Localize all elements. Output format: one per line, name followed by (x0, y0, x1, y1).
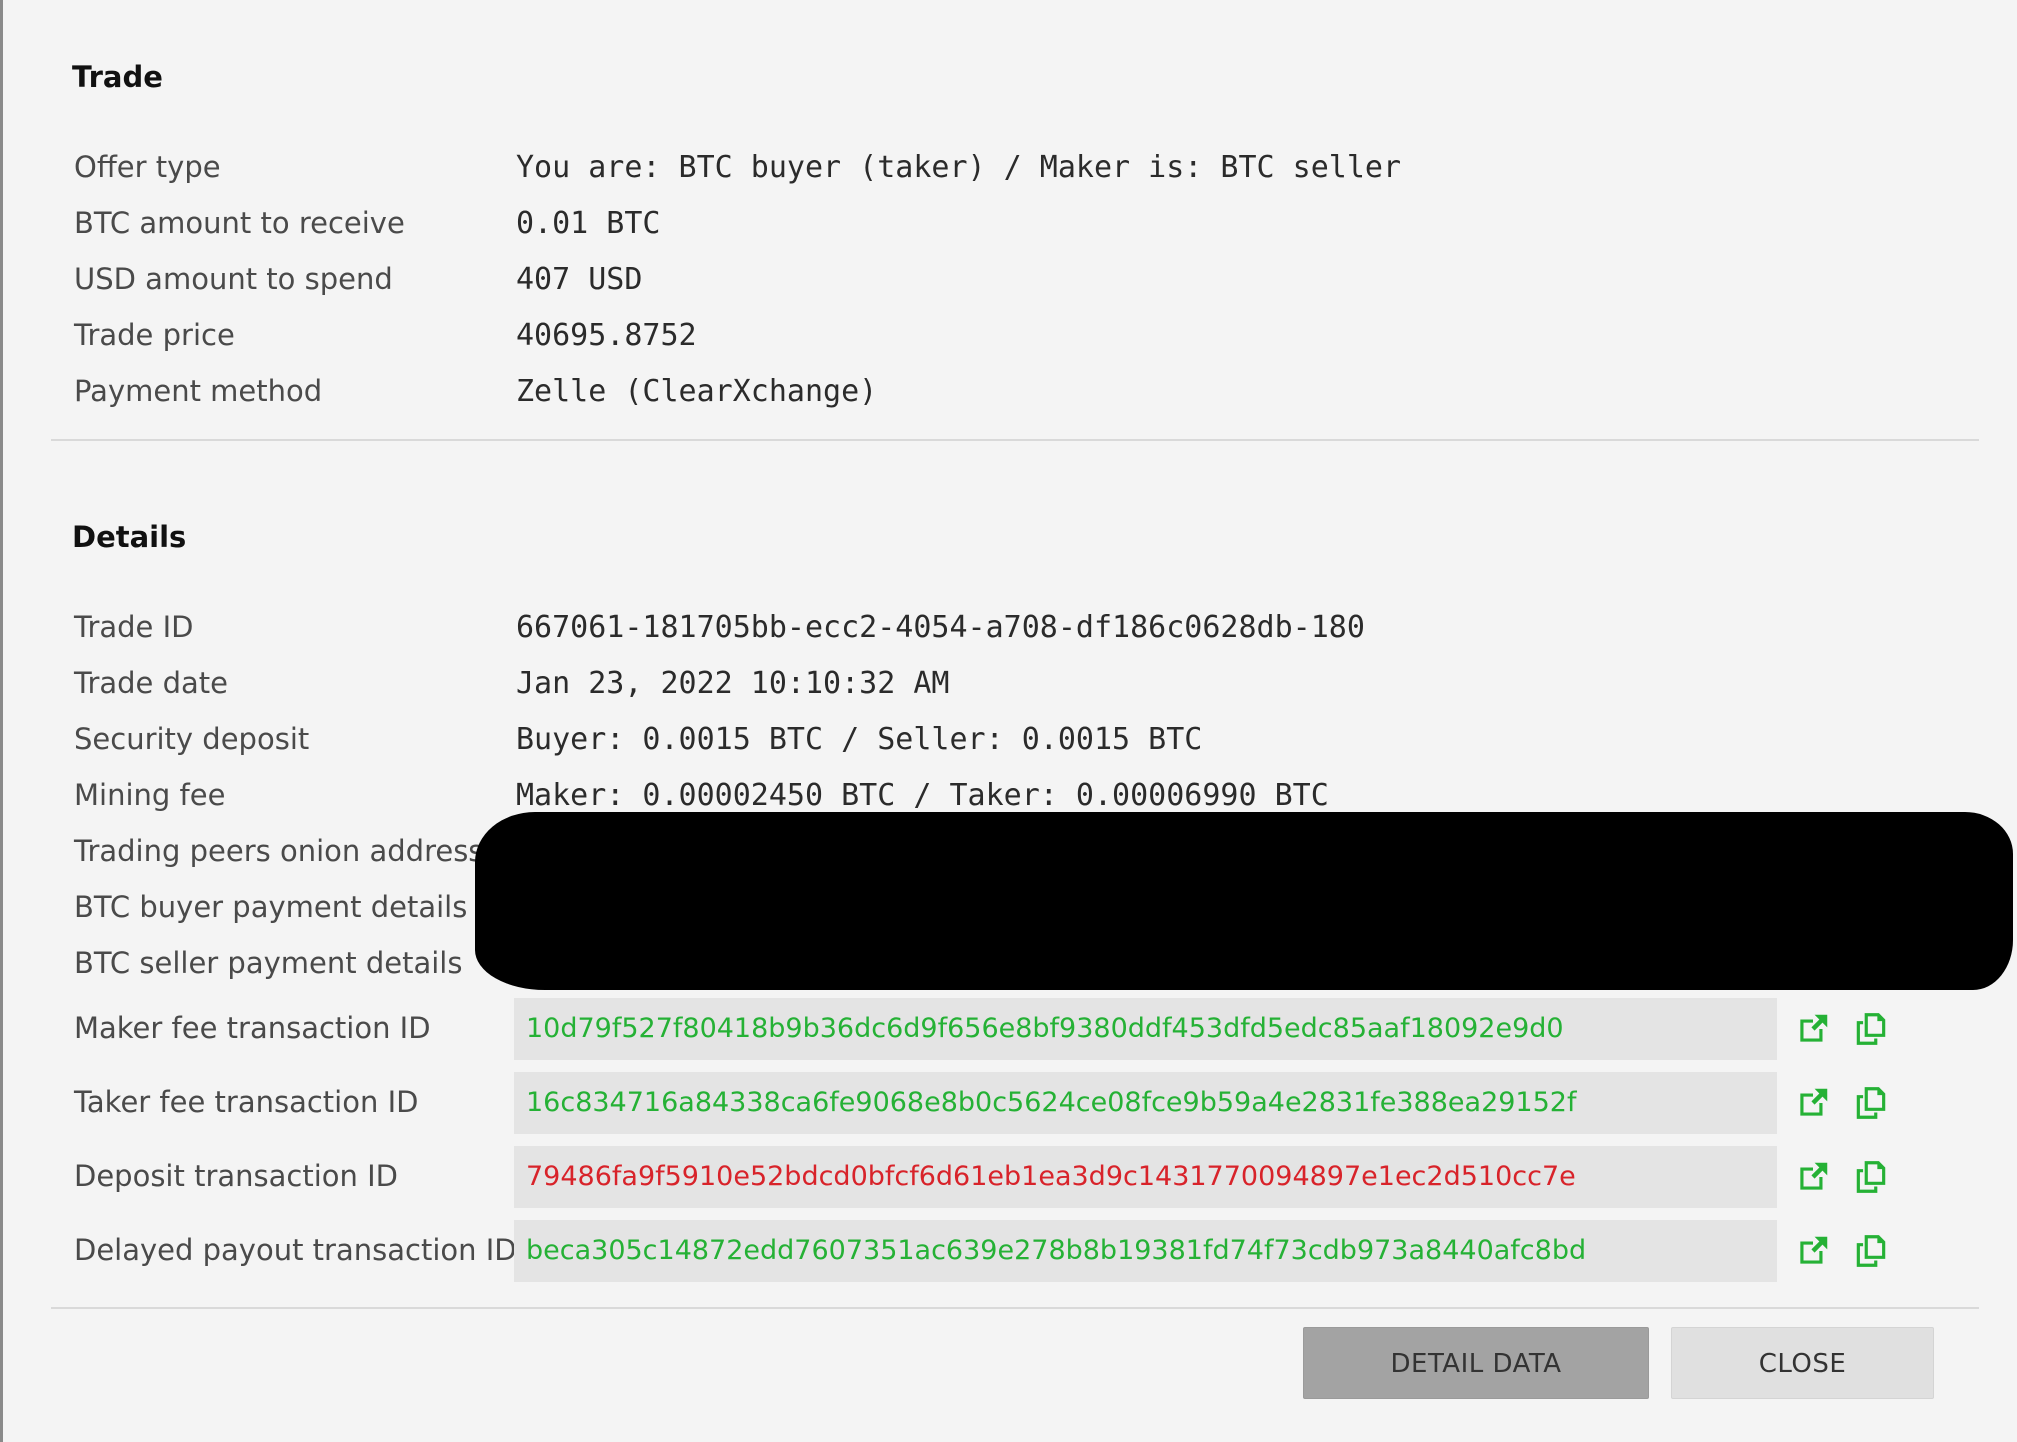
seller-payment-details-label: BTC seller payment details (74, 946, 463, 980)
onion-address-label: Trading peers onion address (74, 834, 484, 868)
delayed-payout-tx-field[interactable]: beca305c14872edd7607351ac639e278b8b19381… (514, 1220, 1777, 1282)
buyer-payment-details-label: BTC buyer payment details (74, 890, 468, 924)
payment-method-label: Payment method (74, 374, 323, 408)
payment-method-value: Zelle (ClearXchange) (516, 374, 878, 409)
mining-fee-value: Maker: 0.00002450 BTC / Taker: 0.0000699… (516, 778, 1329, 813)
external-link-icon[interactable] (1794, 1010, 1832, 1048)
trade-price-label: Trade price (74, 318, 235, 352)
copy-icon[interactable] (1852, 1084, 1890, 1122)
security-deposit-value: Buyer: 0.0015 BTC / Seller: 0.0015 BTC (516, 722, 1203, 757)
deposit-tx-field[interactable]: 79486fa9f5910e52bdcd0bfcf6d61eb1ea3d9c14… (514, 1146, 1777, 1208)
offer-type-value: You are: BTC buyer (taker) / Maker is: B… (516, 150, 1402, 185)
details-section-title: Details (72, 520, 187, 554)
footer-divider (51, 1307, 1979, 1309)
trade-date-value: Jan 23, 2022 10:10:32 AM (516, 666, 950, 701)
copy-icon[interactable] (1852, 1010, 1890, 1048)
trade-details-dialog: Trade Offer type You are: BTC buyer (tak… (0, 0, 2017, 1442)
section-divider (51, 439, 1979, 441)
external-link-icon[interactable] (1794, 1232, 1832, 1270)
mining-fee-label: Mining fee (74, 778, 226, 812)
offer-type-label: Offer type (74, 150, 221, 184)
btc-amount-label: BTC amount to receive (74, 206, 405, 240)
trade-date-label: Trade date (74, 666, 229, 700)
security-deposit-label: Security deposit (74, 722, 310, 756)
redaction-mark-fill (483, 830, 2003, 980)
usd-amount-label: USD amount to spend (74, 262, 393, 296)
taker-fee-tx-field[interactable]: 16c834716a84338ca6fe9068e8b0c5624ce08fce… (514, 1072, 1777, 1134)
copy-icon[interactable] (1852, 1232, 1890, 1270)
detail-data-button[interactable]: DETAIL DATA (1303, 1327, 1649, 1399)
trade-section-title: Trade (72, 60, 163, 94)
external-link-icon[interactable] (1794, 1158, 1832, 1196)
copy-icon[interactable] (1852, 1158, 1890, 1196)
maker-fee-tx-label: Maker fee transaction ID (74, 1011, 431, 1045)
external-link-icon[interactable] (1794, 1084, 1832, 1122)
usd-amount-value: 407 USD (516, 262, 643, 297)
deposit-tx-label: Deposit transaction ID (74, 1159, 398, 1193)
delayed-payout-tx-label: Delayed payout transaction ID (74, 1233, 517, 1267)
btc-amount-value: 0.01 BTC (516, 206, 661, 241)
taker-fee-tx-label: Taker fee transaction ID (74, 1085, 419, 1119)
maker-fee-tx-field[interactable]: 10d79f527f80418b9b36dc6d9f656e8bf9380ddf… (514, 998, 1777, 1060)
trade-price-value: 40695.8752 (516, 318, 697, 353)
close-button[interactable]: CLOSE (1671, 1327, 1934, 1399)
trade-id-label: Trade ID (74, 610, 194, 644)
trade-id-value: 667061-181705bb-ecc2-4054-a708-df186c062… (516, 610, 1365, 645)
